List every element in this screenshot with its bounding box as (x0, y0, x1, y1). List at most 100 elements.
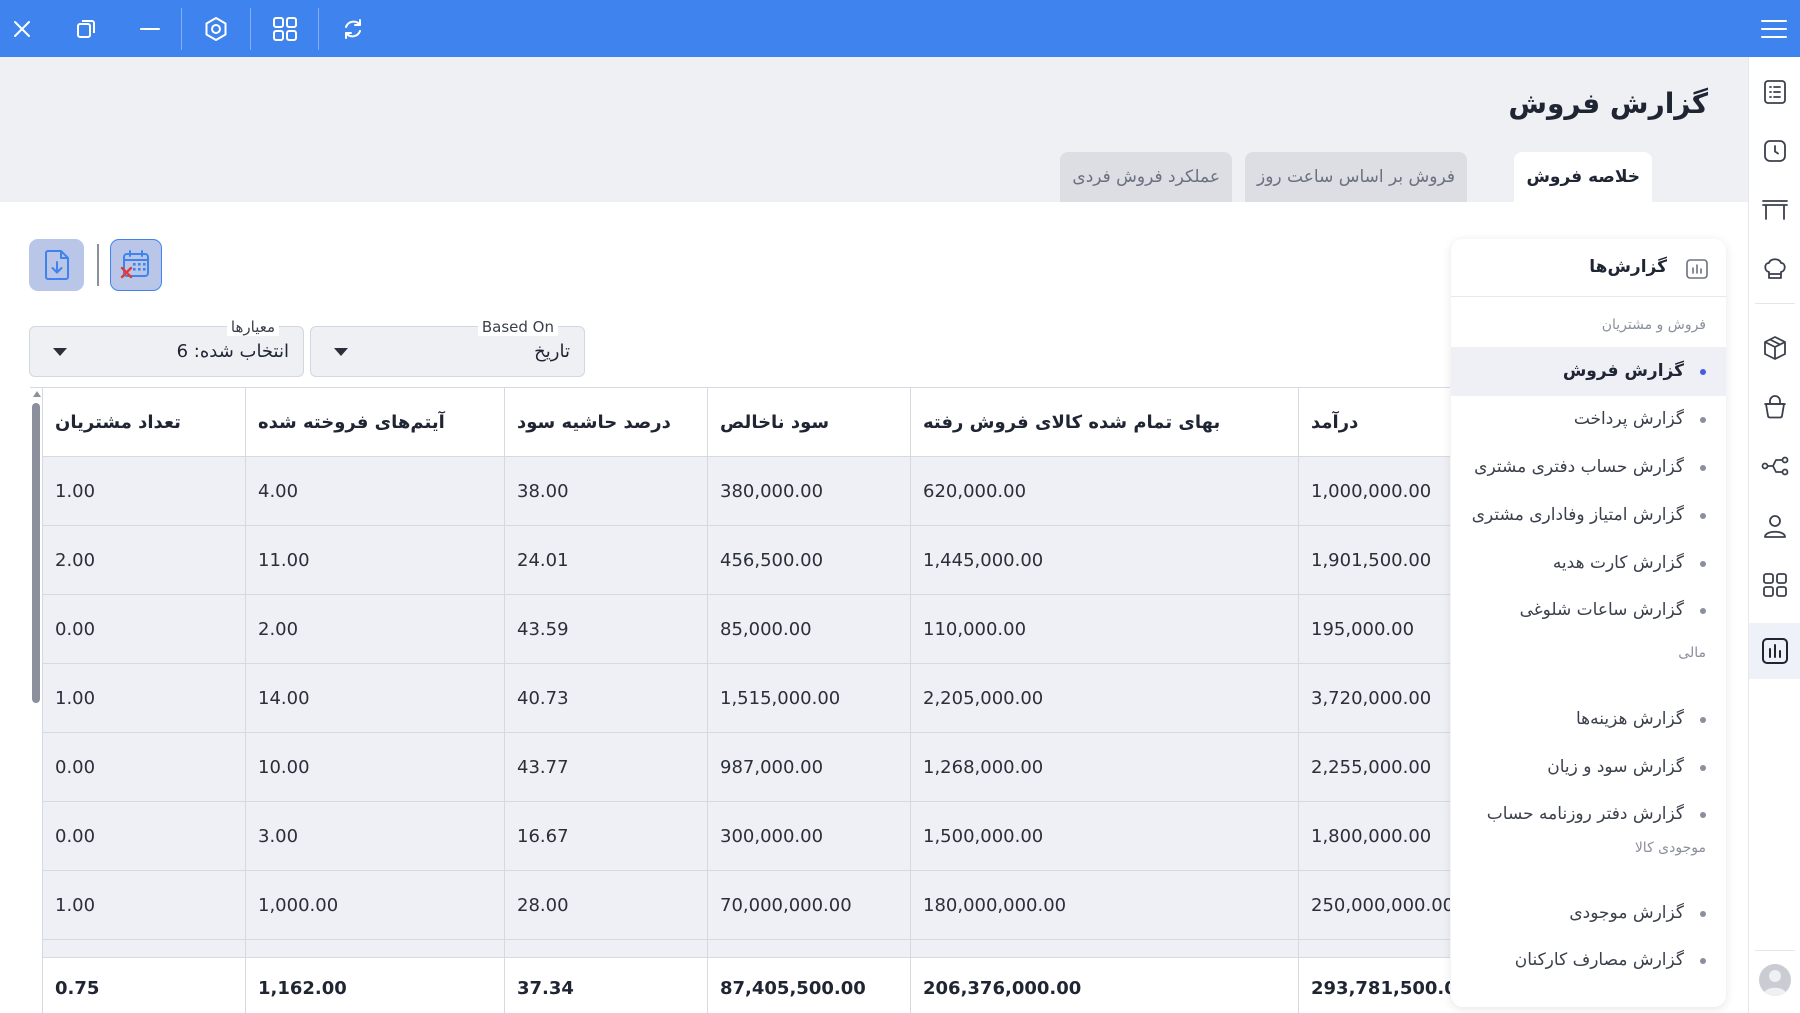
column-header-cogs[interactable]: بهای تمام شده کالای فروش رفته (911, 388, 1298, 457)
rail-tables[interactable] (1749, 183, 1800, 235)
basket-icon (1764, 395, 1786, 419)
table-icon (1762, 200, 1788, 220)
table-cell: 2,255,000.00 (1299, 733, 1450, 802)
clear-date-button[interactable] (110, 239, 162, 291)
table-cell: 3,720,000.00 (1299, 664, 1450, 733)
bullet-dot-icon (1700, 465, 1706, 471)
report-menu-item[interactable]: گزارش پرداخت (1451, 395, 1726, 444)
table-cell: 2,205,000.00 (911, 664, 1298, 733)
rail-divider (1755, 950, 1795, 951)
report-menu-item[interactable]: گزارش مصارف کارکنان (1451, 936, 1726, 985)
sync-icon (345, 18, 361, 39)
tab-sales-by-hour[interactable]: فروش بر اساس ساعت روز (1245, 152, 1467, 202)
table-cell: 0.00 (43, 733, 245, 802)
table-total-cell: 37.34 (505, 958, 707, 1013)
scrollbar-thumb[interactable] (32, 403, 40, 703)
table-cell: 2.00 (246, 595, 504, 664)
rail-history[interactable] (1749, 125, 1800, 177)
table-cell: 10.00 (246, 733, 504, 802)
orders-list-icon (1764, 80, 1786, 104)
report-menu-item-label: گزارش ساعات شلوغی (1519, 600, 1684, 620)
menu-icon (1761, 19, 1787, 38)
report-menu-item[interactable]: گزارش حساب دفتری مشتری (1451, 443, 1726, 492)
based-on-legend: Based On (477, 318, 558, 336)
table-cell: 1.00 (43, 664, 245, 733)
criteria-select[interactable]: معیارها انتخاب شده: 6 (29, 318, 304, 377)
table-cell: 11.00 (246, 526, 504, 595)
rail-apps[interactable] (1749, 559, 1800, 611)
package-icon (1764, 336, 1786, 360)
rail-workflow[interactable] (1749, 440, 1800, 492)
report-menu-item[interactable]: گزارش ساعات شلوغی (1451, 586, 1726, 635)
table-scrollbar[interactable] (30, 387, 42, 1013)
rail-orders[interactable] (1749, 66, 1800, 118)
close-button[interactable] (2, 0, 42, 57)
column-header-label: بهای تمام شده کالای فروش رفته (923, 411, 1221, 433)
main-menu-button[interactable] (1752, 0, 1796, 57)
restore-window-button[interactable] (66, 0, 106, 57)
table-cell: 28.00 (505, 871, 707, 940)
report-menu-item[interactable]: گزارش سود و زیان (1451, 743, 1726, 792)
rail-kitchen[interactable] (1749, 242, 1800, 294)
minimize-button[interactable] (130, 0, 170, 57)
export-button[interactable] (29, 239, 84, 291)
table-cell: 1,901,500.00 (1299, 526, 1450, 595)
column-header-label: درآمد (1311, 411, 1359, 433)
column-header-margin-percent[interactable]: درصد حاشیه سود (505, 388, 707, 457)
scroll-up-icon[interactable] (33, 391, 41, 397)
based-on-select[interactable]: Based On تاریخ (310, 318, 585, 377)
column-header-revenue[interactable]: درآمد (1299, 388, 1450, 457)
user-icon (1764, 515, 1786, 538)
tab-individual-performance[interactable]: عملکرد فروش فردی (1060, 152, 1232, 202)
reports-chart-icon (1762, 638, 1788, 664)
reports-panel-title: گزارش‌ها (1589, 257, 1667, 277)
table-row-spacer (911, 940, 1298, 958)
table-cell: 1,000.00 (246, 871, 504, 940)
table-total-cell: 206,376,000.00 (911, 958, 1298, 1013)
column-header-label: درصد حاشیه سود (517, 411, 671, 433)
report-menu-item[interactable]: گزارش کارت هدیه (1451, 539, 1726, 588)
table-cell: 14.00 (246, 664, 504, 733)
table-row-spacer (43, 940, 245, 958)
table-cell: 2.00 (43, 526, 245, 595)
column-header-items-sold[interactable]: آیتم‌های فروخته شده (246, 388, 504, 457)
column-header-customers-count[interactable]: تعداد مشتریان (43, 388, 245, 457)
table-total-cell: 87,405,500.00 (708, 958, 910, 1013)
table-cell: 620,000.00 (911, 457, 1298, 526)
bullet-dot-icon (1700, 417, 1706, 423)
table-cell: 110,000.00 (911, 595, 1298, 664)
table-cell: 24.01 (505, 526, 707, 595)
rail-purchases[interactable] (1749, 381, 1800, 433)
report-menu-item-label: گزارش موجودی (1569, 903, 1684, 923)
chevron-down-icon (334, 348, 348, 356)
avatar[interactable] (1759, 964, 1791, 996)
settings-icon (205, 16, 227, 41)
report-menu-item[interactable]: گزارش موجودی (1451, 889, 1726, 938)
rail-customers[interactable] (1749, 500, 1800, 552)
menu-group-label: مالی (1678, 645, 1706, 661)
report-menu-item[interactable]: گزارش امتیاز وفاداری مشتری (1451, 491, 1726, 540)
sales-report-table: تعداد مشتریان 1.00 2.00 0.00 1.00 0.00 0.00 1.0… (30, 387, 1450, 1013)
reports-panel: گزارش‌ها فروش و مشتریان گزارش فروش گزارش پ… (1451, 239, 1726, 1007)
table-cell: 1,515,000.00 (708, 664, 910, 733)
table-row-spacer (1299, 940, 1450, 958)
column-header-gross-profit[interactable]: سود ناخالص (708, 388, 910, 457)
rail-products[interactable] (1749, 322, 1800, 374)
report-menu-item[interactable]: گزارش فروش (1451, 347, 1726, 396)
report-menu-item[interactable]: گزارش هزینه‌ها (1451, 695, 1726, 744)
table-cell: 43.59 (505, 595, 707, 664)
criteria-value: انتخاب شده: 6 (176, 341, 289, 362)
clock-icon (1764, 140, 1786, 162)
apps-grid-button[interactable] (265, 0, 305, 57)
reports-chart-icon (1686, 259, 1708, 283)
table-cell: 4.00 (246, 457, 504, 526)
sync-button[interactable] (333, 0, 373, 57)
report-menu-item-label: گزارش کارت هدیه (1552, 553, 1684, 573)
tab-sales-summary[interactable]: خلاصه فروش (1514, 152, 1652, 202)
table-cell: 195,000.00 (1299, 595, 1450, 664)
rail-reports[interactable] (1749, 623, 1800, 679)
column-margin-percent: درصد حاشیه سود 38.00 24.01 43.59 40.73 43.77 1… (504, 388, 707, 1013)
settings-button[interactable] (196, 0, 236, 57)
menu-group-label: موجودی کالا (1634, 840, 1706, 856)
report-menu-item[interactable]: گزارش دفتر روزنامه حساب (1451, 790, 1726, 839)
